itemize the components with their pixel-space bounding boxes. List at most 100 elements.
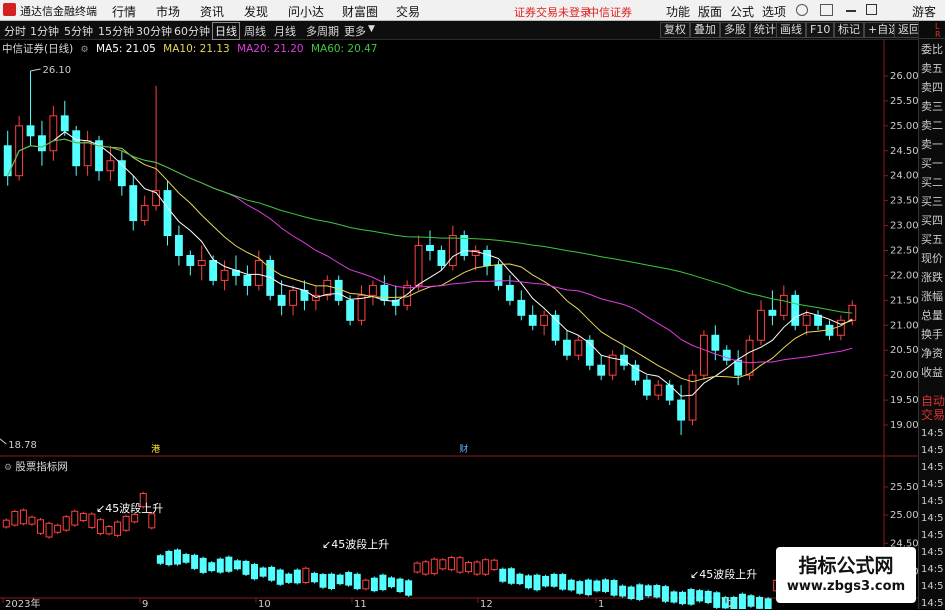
price-tick-label: 24.00: [890, 171, 918, 182]
sub-candle-body: [550, 573, 558, 587]
quote-label[interactable]: 买二: [921, 176, 943, 189]
quote-label[interactable]: 卖二: [921, 119, 943, 132]
candle-body: [757, 309, 765, 341]
candle-body: [38, 135, 46, 152]
tick-time: 14:5: [921, 479, 944, 490]
quote-label[interactable]: 收益: [921, 366, 943, 379]
candle-body: [517, 299, 526, 316]
auto-trade-2[interactable]: 交易: [921, 409, 945, 422]
candle-body: [254, 259, 263, 286]
price-tick-label: 21.50: [890, 295, 918, 306]
quote-label[interactable]: 涨幅: [921, 290, 943, 303]
candle-body: [163, 190, 172, 237]
price-tick-label: 26.00: [890, 71, 918, 82]
quote-label[interactable]: 卖三: [921, 100, 943, 113]
quote-label[interactable]: 卖五: [921, 62, 943, 75]
sub-candle-body: [345, 572, 353, 586]
panel-toggle[interactable]: L R: [919, 21, 945, 39]
price-tick-label: 20.00: [890, 370, 918, 381]
sub-candle-body: [11, 510, 19, 526]
tick-time: 14:5: [921, 513, 944, 524]
candle-body: [334, 279, 343, 301]
sub-candle-body: [293, 569, 301, 584]
quote-label[interactable]: 涨跌: [921, 271, 943, 284]
wave-label: ↙45波段上升: [96, 501, 163, 515]
price-tick-label: 19.50: [890, 395, 918, 406]
sub-candle-body: [542, 575, 550, 587]
candle-body: [49, 115, 58, 152]
candle-body: [437, 249, 446, 266]
candle-body: [289, 289, 297, 306]
quote-label[interactable]: 总量: [921, 309, 943, 322]
quote-label[interactable]: 委比: [921, 43, 943, 56]
candle-body: [814, 314, 822, 326]
quote-label[interactable]: 买三: [921, 195, 943, 208]
sub-candle-body: [482, 559, 490, 575]
sub-candle-body: [310, 572, 318, 583]
sub-candle-body: [276, 569, 284, 585]
sub-candle-body: [182, 554, 190, 563]
sub-candle-body: [114, 521, 122, 536]
candle-body: [654, 384, 663, 396]
date-tick-label: 1: [598, 599, 604, 609]
sub-panel-title[interactable]: ⚙ 股票指标网: [4, 459, 68, 474]
quote-label[interactable]: 买五: [921, 233, 943, 246]
quote-label[interactable]: 买四: [921, 214, 943, 227]
low-label: 18.78: [8, 440, 37, 451]
tick-time: 14:5: [921, 547, 944, 558]
price-axis: 26.00 25.50 25.00 24.50 24.00 23.50 23.00 22.50…: [884, 71, 918, 431]
kline-chart[interactable]: 26.00 25.50 25.00 24.50 24.00 23.50 23.00 22.50…: [0, 0, 918, 609]
candle-body: [369, 284, 377, 296]
sub-candle-body: [430, 558, 438, 575]
candle-body: [528, 314, 537, 326]
sub-candle-body: [644, 585, 652, 597]
sub-candle-body: [601, 579, 609, 592]
candle-body: [83, 140, 92, 167]
high-label: 26.10: [43, 65, 72, 76]
sub-candle-body: [473, 561, 481, 575]
candle-body: [779, 294, 788, 316]
sub-candle-body: [524, 575, 532, 589]
auto-trade-1[interactable]: 自动: [921, 395, 945, 408]
candle-body: [357, 294, 366, 321]
panel-letter: R: [935, 30, 941, 39]
candle-body: [711, 334, 720, 351]
sub-candle-body: [465, 562, 473, 573]
quote-label[interactable]: 换手: [921, 328, 943, 341]
candle-body: [60, 115, 69, 132]
sub-candle-body: [319, 574, 327, 588]
sub-candle-body: [679, 591, 687, 605]
tick-time: 14:5: [921, 462, 944, 473]
candle-body: [129, 185, 138, 222]
quote-label[interactable]: 卖一: [921, 138, 943, 151]
candle-body: [277, 294, 286, 306]
sub-candle-body: [362, 579, 370, 590]
sub-candle-body: [353, 573, 361, 590]
sub-candle-body: [19, 509, 27, 525]
candle-body: [791, 294, 800, 326]
candle-body: [574, 339, 583, 356]
sub-candle-body: [687, 589, 695, 605]
quote-label[interactable]: 卖四: [921, 81, 943, 94]
gear-icon[interactable]: ⚙: [4, 463, 12, 473]
sub-candle-body: [533, 574, 541, 591]
sub-candle-body: [225, 556, 233, 572]
tick-time: 14:5: [921, 598, 944, 609]
price-tick-label: 23.00: [890, 221, 918, 232]
candle-body: [26, 125, 35, 137]
sub-candle-body: [713, 592, 721, 608]
quote-label[interactable]: 现价: [921, 252, 943, 265]
sub-candle-body: [636, 584, 644, 600]
sub-candle-body: [764, 598, 772, 609]
sub-candle-body: [96, 519, 104, 535]
candle-body: [426, 245, 434, 251]
candle-body: [140, 205, 149, 222]
candle-body: [209, 259, 218, 281]
quote-label[interactable]: 买一: [921, 157, 943, 170]
sub-candle-body: [507, 568, 515, 584]
event-marker: 财: [459, 443, 468, 455]
candle-body: [243, 274, 252, 286]
sub-candle-body: [54, 524, 62, 533]
quote-label[interactable]: 净资: [921, 347, 943, 360]
price-tick-label: 20.50: [890, 345, 918, 356]
